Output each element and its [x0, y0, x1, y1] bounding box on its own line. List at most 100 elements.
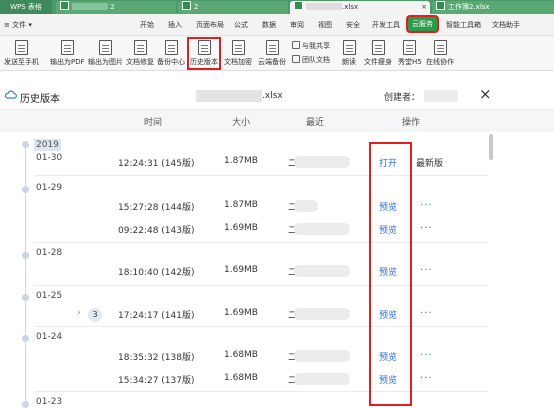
cloud-backup-button[interactable]: 云端备份	[258, 40, 286, 67]
version-size: 1.69MB	[224, 223, 258, 233]
creator-label: 创建者：	[384, 93, 421, 103]
team-docs-button[interactable]: 团队文档	[292, 55, 330, 65]
timeline-dot	[22, 335, 29, 342]
export-image-button[interactable]: 输出为图片	[88, 40, 123, 67]
menu-cloud-service[interactable]: 云服务	[408, 17, 437, 31]
menu-page-layout[interactable]: 页面布局	[196, 20, 224, 30]
tab-workbook-2[interactable]: 2	[178, 1, 288, 14]
version-size: 1.68MB	[224, 350, 258, 360]
ribbon-toolbar: 发送至手机 输出为PDF 输出为图片 文档修复 备份中心 历史版本 文档加密 云…	[0, 36, 554, 71]
version-size: 1.87MB	[224, 156, 258, 166]
cloud-icon	[265, 40, 279, 55]
cloud-icon	[4, 90, 17, 99]
timeline-line	[25, 141, 26, 408]
version-time: 18:35:32 (138版)	[118, 353, 195, 363]
menu-view[interactable]: 视图	[318, 20, 332, 30]
collapsed-count-badge[interactable]: 3	[88, 308, 102, 322]
version-size: 1.87MB	[224, 200, 258, 210]
menu-smart-toolbox[interactable]: 智能工具箱	[446, 20, 481, 30]
menu-data[interactable]: 数据	[262, 20, 276, 30]
h5-icon	[403, 40, 417, 55]
chevron-right-icon[interactable]: ›	[77, 308, 81, 318]
action-column-highlight	[369, 142, 412, 406]
version-time: 15:34:27 (137版)	[118, 376, 195, 386]
sheet-icon	[182, 1, 191, 10]
version-size: 1.69MB	[224, 265, 258, 275]
sheet-icon	[436, 1, 445, 10]
share-icon	[292, 41, 300, 49]
menu-formula[interactable]: 公式	[234, 20, 248, 30]
header-action: 操作	[402, 118, 421, 128]
sheet-icon	[60, 1, 69, 10]
file-slim-button[interactable]: 文件瘦身	[364, 40, 392, 67]
version-size: 1.68MB	[224, 373, 258, 383]
more-icon[interactable]: ···	[420, 350, 433, 361]
date-label: 01-23	[36, 397, 63, 407]
menu-review[interactable]: 审阅	[290, 20, 304, 30]
menu-bar: ≡ 文件 ▾ 开始 插入 页面布局 公式 数据 审阅 视图 安全 开发工具 云服…	[0, 14, 554, 36]
year-label: 2019	[34, 139, 61, 151]
export-pdf-button[interactable]: 输出为PDF	[50, 40, 85, 67]
latest-version-label: 最新版	[416, 159, 444, 169]
backup-center-button[interactable]: 备份中心	[157, 40, 185, 67]
tab-workbook-active[interactable]: .xlsx ×	[290, 1, 430, 14]
version-size: 1.69MB	[224, 308, 258, 318]
phone-icon	[15, 40, 28, 55]
more-icon[interactable]: ···	[420, 200, 433, 211]
header-recent: 最近	[306, 118, 325, 128]
close-tab-icon[interactable]: ×	[421, 1, 427, 14]
history-icon	[197, 40, 211, 55]
history-version-panel: 历史版本 .xlsx 创建者： × 时间 大小 最近 操作 2019 01-30…	[0, 84, 554, 408]
xiutang-h5-button[interactable]: 秀堂H5	[398, 40, 422, 67]
version-time: 15:27:28 (144版)	[118, 203, 195, 213]
menu-doc-assistant[interactable]: 文档助手	[492, 20, 520, 30]
menu-developer[interactable]: 开发工具	[372, 20, 400, 30]
timeline-dot	[22, 401, 29, 408]
timeline-dot	[22, 186, 29, 193]
more-icon[interactable]: ···	[420, 223, 433, 234]
shared-with-me-button[interactable]: 与我共享	[292, 41, 330, 51]
read-aloud-button[interactable]: 朗读	[342, 40, 356, 67]
version-time: 17:24:17 (141版)	[118, 311, 195, 321]
version-time: 18:10:40 (142版)	[118, 268, 195, 278]
panel-title: 历史版本	[20, 94, 60, 105]
doc-encrypt-button[interactable]: 文档加密	[224, 40, 252, 67]
timeline-dot	[22, 141, 29, 148]
title-bar: WPS 表格 2 2 .xlsx × 工作簿2.xlsx	[0, 0, 554, 14]
online-collab-button[interactable]: 在线协作	[426, 40, 454, 67]
more-icon[interactable]: ···	[420, 373, 433, 384]
backup-icon	[164, 40, 178, 55]
table-header: 时间 大小 最近 操作	[0, 109, 554, 132]
menu-insert[interactable]: 插入	[168, 20, 182, 30]
date-label: 01-24	[36, 332, 63, 342]
version-time: 09:22:48 (143版)	[118, 226, 195, 236]
menu-security[interactable]: 安全	[346, 20, 360, 30]
menu-file[interactable]: ≡ 文件 ▾	[4, 20, 32, 30]
more-icon[interactable]: ···	[420, 265, 433, 276]
slim-icon	[371, 40, 385, 55]
timeline-dot	[22, 294, 29, 301]
repair-icon	[133, 40, 147, 55]
microphone-icon	[342, 40, 356, 55]
menu-home[interactable]: 开始	[140, 20, 154, 30]
tab-workbook-1[interactable]: 2	[56, 1, 176, 14]
team-icon	[292, 55, 300, 63]
scrollbar[interactable]	[489, 134, 493, 160]
image-icon	[99, 40, 112, 55]
date-label: 01-30	[36, 153, 63, 163]
tab-workbook-3[interactable]: 工作簿2.xlsx	[432, 1, 554, 14]
app-title[interactable]: WPS 表格	[0, 0, 52, 14]
version-time: 12:24:31 (145版)	[118, 159, 195, 169]
more-icon[interactable]: ···	[420, 308, 433, 319]
header-size: 大小	[232, 118, 251, 128]
pdf-icon	[60, 40, 74, 55]
lock-icon	[231, 40, 245, 55]
doc-repair-button[interactable]: 文档修复	[126, 40, 154, 67]
close-icon[interactable]: ×	[479, 86, 492, 102]
send-to-phone-button[interactable]: 发送至手机	[4, 40, 39, 67]
history-version-button[interactable]: 历史版本	[187, 37, 221, 70]
header-time: 时间	[144, 118, 163, 128]
date-label: 01-28	[36, 248, 63, 258]
collab-icon	[433, 40, 447, 55]
date-label: 01-25	[36, 291, 63, 301]
